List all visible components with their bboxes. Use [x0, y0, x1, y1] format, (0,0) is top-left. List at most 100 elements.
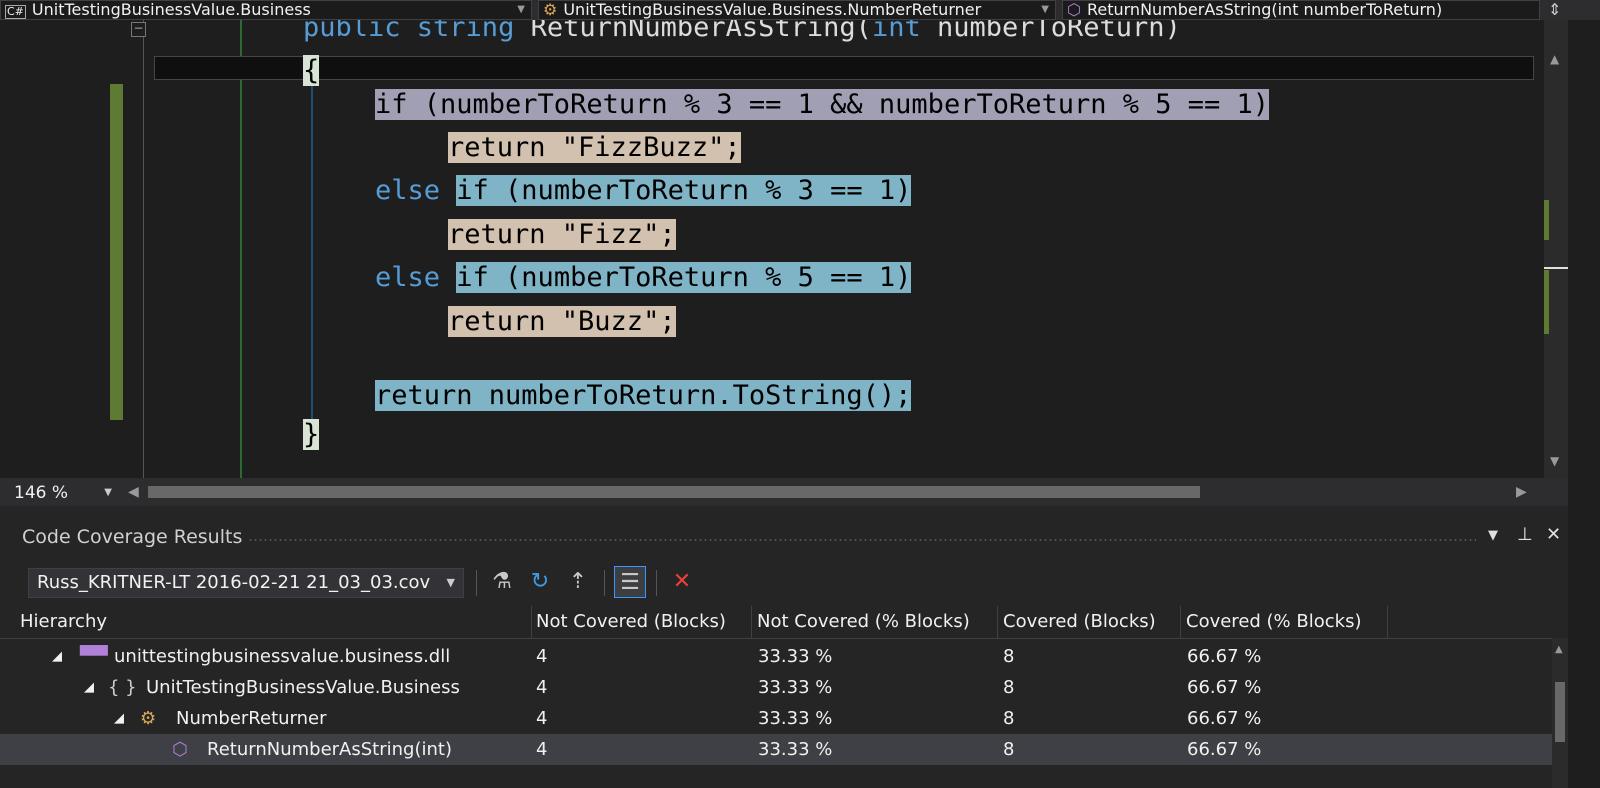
type-dropdown[interactable]: ⚙ UnitTestingBusinessValue.Business.Numbe… — [538, 0, 1056, 20]
scrollbar-caret-marker — [1544, 267, 1568, 269]
covered-blocks: 8 — [1003, 708, 1015, 729]
code-line-9: return numberToReturn.ToString(); — [375, 380, 912, 411]
scroll-right-icon[interactable]: ▶ — [1516, 484, 1527, 500]
table-vertical-scrollbar[interactable]: ▲ — [1552, 638, 1568, 788]
editor-horizontal-bar: 146 % ▼ ◀ ▶ — [0, 478, 1544, 506]
toolbar-separator — [656, 570, 657, 596]
outlining-margin — [143, 20, 144, 478]
class-icon: ⚙ — [140, 708, 157, 729]
column-header-covered-pct[interactable]: Covered (% Blocks) — [1180, 606, 1388, 638]
import-results-icon[interactable]: ⚗ — [486, 566, 518, 598]
column-header-covered-blocks[interactable]: Covered (Blocks) — [997, 606, 1181, 638]
chevron-down-icon: ▼ — [104, 487, 112, 498]
covered-blocks: 8 — [1003, 677, 1015, 698]
member-dropdown[interactable]: ⬡ ReturnNumberAsString(int numberToReturn… — [1062, 0, 1540, 20]
hierarchy-name: UnitTestingBusinessValue.Business — [146, 677, 460, 698]
assembly-icon: ▀▀ — [80, 646, 108, 667]
scroll-left-icon[interactable]: ◀ — [128, 484, 139, 500]
coverage-result-label: Russ_KRITNER-LT 2016-02-21 21_03_03.cov — [37, 572, 431, 593]
expand-collapse-icon[interactable]: ◢ — [52, 641, 62, 672]
remove-results-icon[interactable]: ✕ — [666, 566, 698, 598]
code-coverage-panel: Code Coverage Results ▼ ⊥ ✕ Russ_KRITNER… — [0, 506, 1568, 788]
table-row[interactable]: ◢ ▀▀ unittestingbusinessvalue.business.d… — [0, 641, 1552, 672]
covered-pct: 66.67 % — [1187, 677, 1262, 698]
scroll-down-icon[interactable]: ▼ — [1550, 454, 1559, 468]
horizontal-scroll-thumb[interactable] — [148, 486, 1200, 498]
column-header-hierarchy[interactable]: Hierarchy — [14, 606, 532, 638]
show-coloring-icon[interactable]: ☰ — [614, 566, 646, 598]
code-line-4: return "FizzBuzz"; — [448, 132, 741, 163]
code-line-3: if (numberToReturn % 3 == 1 && numberToR… — [375, 89, 1270, 120]
table-row[interactable]: ◢ ⚙ NumberReturner 4 33.33 % 8 66.67 % — [0, 703, 1552, 734]
not-covered-blocks: 4 — [536, 708, 548, 729]
split-window-icon[interactable]: ⇕ — [1548, 0, 1561, 19]
block-structure-guide — [311, 80, 313, 420]
expand-collapse-icon[interactable]: ◢ — [114, 703, 124, 734]
chevron-down-icon: ▼ — [517, 4, 525, 15]
covered-pct: 66.67 % — [1187, 708, 1262, 729]
scrollbar-change-marker — [1544, 270, 1549, 334]
code-editor[interactable]: − public string ReturnNumberAsString(int… — [0, 20, 1544, 478]
code-line-10: } — [303, 419, 320, 450]
toolbar-separator — [476, 570, 477, 596]
coverage-result-select[interactable]: Russ_KRITNER-LT 2016-02-21 21_03_03.cov … — [28, 568, 464, 598]
refresh-icon[interactable]: ↻ — [524, 566, 556, 598]
not-covered-pct: 33.33 % — [758, 708, 833, 729]
current-line-highlight — [154, 56, 1534, 80]
change-tracking-bar — [110, 84, 123, 420]
merge-results-icon[interactable]: ⇡ — [562, 566, 594, 598]
editor-left-margin — [0, 20, 58, 478]
panel-drag-grip[interactable] — [248, 538, 1476, 542]
coverage-toolbar: Russ_KRITNER-LT 2016-02-21 21_03_03.cov … — [0, 558, 1568, 600]
zoom-dropdown[interactable]: 146 % ▼ — [14, 482, 118, 504]
column-header-not-covered-pct[interactable]: Not Covered (% Blocks) — [751, 606, 998, 638]
not-covered-pct: 33.33 % — [758, 739, 833, 760]
covered-blocks: 8 — [1003, 739, 1015, 760]
hierarchy-name: ReturnNumberAsString(int) — [207, 739, 452, 760]
navigation-bar: C# UnitTestingBusinessValue.Business ▼ ⚙ U… — [0, 0, 1600, 20]
namespace-icon: { } — [108, 677, 137, 698]
not-covered-blocks: 4 — [536, 646, 548, 667]
hierarchy-name: NumberReturner — [176, 708, 327, 729]
table-scroll-thumb[interactable] — [1555, 682, 1565, 742]
covered-pct: 66.67 % — [1187, 646, 1262, 667]
code-line-2: { — [303, 55, 320, 86]
code-line-8: return "Buzz"; — [448, 306, 676, 337]
covered-blocks: 8 — [1003, 646, 1015, 667]
code-line-6: return "Fizz"; — [448, 219, 676, 250]
editor-vertical-scrollbar[interactable]: ▲ ▼ — [1544, 20, 1568, 478]
window-position-icon[interactable]: ▼ — [1488, 528, 1498, 543]
code-line-7: else if (numberToReturn % 5 == 1) — [375, 262, 912, 293]
project-dropdown-label: UnitTestingBusinessValue.Business — [31, 0, 311, 19]
table-row[interactable]: ⬡ ReturnNumberAsString(int) 4 33.33 % 8 … — [0, 734, 1552, 765]
type-dropdown-label: UnitTestingBusinessValue.Business.Number… — [563, 0, 982, 19]
code-line-1: public string ReturnNumberAsString(int n… — [303, 20, 1181, 43]
scrollbar-corner — [1544, 478, 1568, 506]
scroll-up-icon[interactable]: ▲ — [1555, 644, 1563, 655]
not-covered-pct: 33.33 % — [758, 677, 833, 698]
expand-collapse-icon[interactable]: ◢ — [84, 672, 94, 703]
scrollbar-change-marker — [1544, 200, 1549, 240]
indent-guide — [240, 20, 242, 478]
collapse-icon[interactable]: − — [131, 22, 146, 37]
csharp-project-icon: C# — [5, 5, 26, 19]
table-row[interactable]: ◢ { } UnitTestingBusinessValue.Business … — [0, 672, 1552, 703]
scroll-up-icon[interactable]: ▲ — [1550, 52, 1559, 66]
close-icon[interactable]: ✕ — [1546, 524, 1561, 545]
class-icon: ⚙ — [543, 0, 558, 19]
method-icon: ⬡ — [1067, 0, 1081, 19]
method-icon: ⬡ — [172, 739, 188, 760]
project-dropdown[interactable]: C# UnitTestingBusinessValue.Business ▼ — [0, 0, 532, 20]
chevron-down-icon: ▼ — [446, 576, 455, 589]
not-covered-blocks: 4 — [536, 677, 548, 698]
column-header-not-covered-blocks[interactable]: Not Covered (Blocks) — [530, 606, 752, 638]
chevron-down-icon: ▼ — [1041, 4, 1049, 15]
panel-title: Code Coverage Results — [22, 526, 243, 548]
hierarchy-name: unittestingbusinessvalue.business.dll — [114, 646, 451, 667]
toolbar-separator — [604, 570, 605, 596]
code-line-5: else if (numberToReturn % 3 == 1) — [375, 175, 912, 206]
pin-icon[interactable]: ⊥ — [1517, 524, 1533, 545]
covered-pct: 66.67 % — [1187, 739, 1262, 760]
not-covered-blocks: 4 — [536, 739, 548, 760]
not-covered-pct: 33.33 % — [758, 646, 833, 667]
